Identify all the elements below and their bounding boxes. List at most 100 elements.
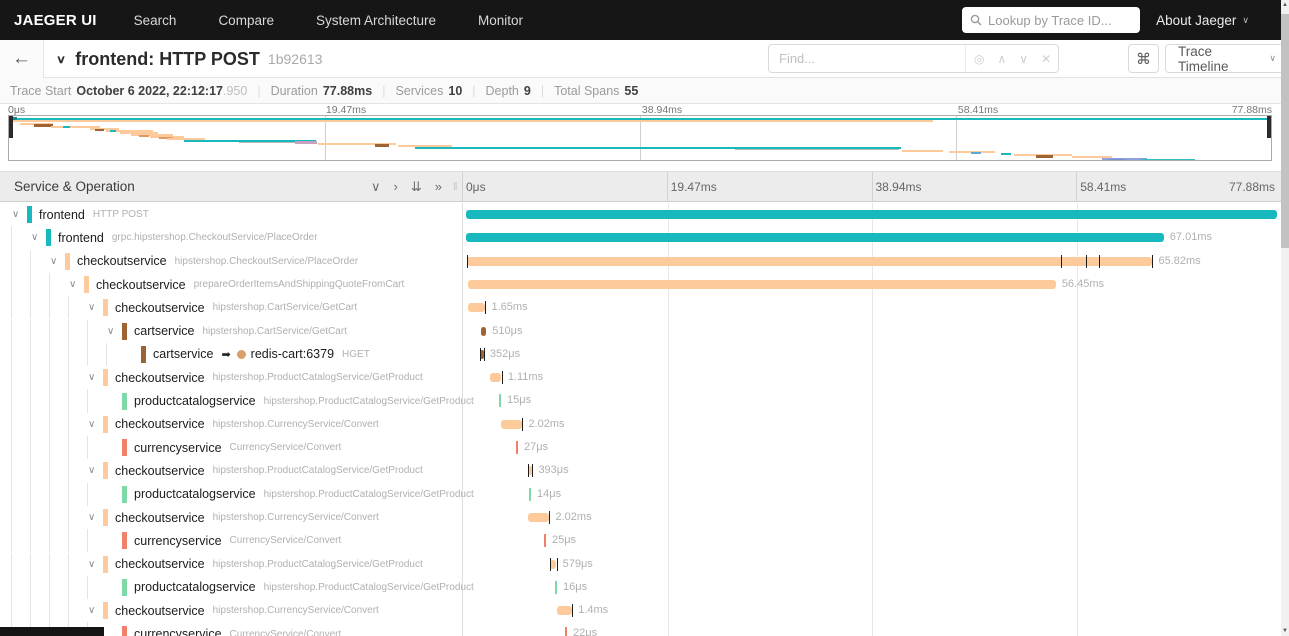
span-gantt-cell[interactable]: 2.02ms — [462, 506, 1281, 529]
span-tree-cell[interactable]: ∨ cartservice hipstershop.CartService/GetC… — [0, 319, 462, 343]
expand-all-icon[interactable]: » — [435, 180, 442, 193]
span-duration-bar[interactable] — [555, 580, 558, 594]
span-tree-cell[interactable]: ∨ frontend HTTP POST — [0, 203, 462, 226]
service-name[interactable]: checkoutservice — [115, 464, 205, 478]
span-tree-cell[interactable]: currencyservice CurrencyService/Convert — [0, 436, 462, 460]
collapse-row-chevron-icon[interactable]: ∨ — [88, 512, 103, 523]
scrollbar-thumb[interactable] — [1281, 14, 1289, 248]
collapse-row-chevron-icon[interactable]: ∨ — [69, 279, 84, 290]
span-duration-bar[interactable] — [529, 487, 531, 501]
span-tree-cell[interactable]: currencyservice CurrencyService/Convert — [0, 529, 462, 553]
jaeger-logo[interactable]: JAEGER UI — [0, 12, 113, 29]
span-gantt-cell[interactable] — [462, 203, 1281, 226]
service-name[interactable]: checkoutservice — [115, 557, 205, 571]
span-tree-cell[interactable]: ∨ checkoutservice hipstershop.ProductCatal… — [0, 366, 462, 390]
collapse-all-icon[interactable]: ⇊ — [411, 180, 422, 193]
service-name[interactable]: checkoutservice — [115, 511, 205, 525]
span-duration-bar[interactable] — [515, 441, 518, 454]
span-tree-cell[interactable]: productcatalogservice hipstershop.Product… — [0, 389, 474, 413]
trace-view-selector[interactable]: Trace Timeline ∨ — [1165, 44, 1289, 74]
collapse-row-chevron-icon[interactable]: ∨ — [88, 302, 103, 313]
trace-lookup-box[interactable] — [962, 7, 1140, 33]
span-tree-cell[interactable]: ∨ checkoutservice hipstershop.CurrencyServ… — [0, 599, 462, 623]
span-duration-bar[interactable] — [527, 512, 549, 522]
service-name[interactable]: frontend — [39, 208, 85, 222]
span-duration-bar[interactable] — [543, 534, 546, 548]
collapse-row-chevron-icon[interactable]: ∨ — [88, 372, 103, 383]
service-name[interactable]: currencyservice — [134, 441, 222, 455]
span-duration-bar[interactable] — [467, 279, 1056, 289]
span-gantt-cell[interactable]: 67.01ms — [462, 226, 1281, 249]
span-duration-bar[interactable] — [499, 394, 501, 408]
span-tree-cell[interactable]: ∨ checkoutservice hipstershop.ProductCatal… — [0, 552, 462, 576]
service-name[interactable]: checkoutservice — [115, 301, 205, 315]
collapse-one-icon[interactable]: ∨ — [371, 180, 381, 193]
span-gantt-cell[interactable]: 2.02ms — [462, 413, 1281, 436]
collapse-row-chevron-icon[interactable]: ∨ — [88, 559, 103, 570]
collapse-row-chevron-icon[interactable]: ∨ — [50, 256, 65, 267]
back-button[interactable]: ← — [0, 40, 44, 78]
span-gantt-cell[interactable]: 352μs — [462, 343, 1281, 366]
span-tree-cell[interactable]: ∨ frontend grpc.hipstershop.CheckoutServic… — [0, 226, 462, 250]
span-gantt-cell[interactable]: 393μs — [462, 459, 1281, 482]
collapse-trace-caret-icon[interactable]: ∨ — [56, 52, 66, 66]
span-duration-bar[interactable] — [467, 303, 486, 313]
span-tree-cell[interactable]: cartservice ➡ redis-cart:6379 HGET — [0, 342, 462, 367]
span-gantt-cell[interactable]: 1.65ms — [462, 296, 1281, 319]
span-duration-bar[interactable] — [565, 627, 568, 636]
nav-item-monitor[interactable]: Monitor — [457, 13, 544, 28]
find-input[interactable] — [769, 51, 965, 66]
span-gantt-cell[interactable]: 27μs — [462, 436, 1281, 459]
span-gantt-cell[interactable]: 579μs — [462, 553, 1281, 576]
minimap-right-drag-handle[interactable] — [1267, 116, 1271, 138]
span-tree-cell[interactable]: ∨ checkoutservice hipstershop.CurrencyServ… — [0, 505, 462, 530]
trace-minimap[interactable] — [8, 115, 1272, 161]
service-name[interactable]: productcatalogservice — [134, 487, 256, 501]
trace-lookup-input[interactable] — [988, 12, 1118, 28]
collapse-row-chevron-icon[interactable]: ∨ — [88, 419, 103, 430]
column-resizer-handle[interactable]: ‖ — [453, 181, 458, 193]
collapse-row-chevron-icon[interactable]: ∨ — [107, 326, 122, 337]
span-gantt-cell[interactable]: 14μs — [462, 483, 1281, 506]
span-duration-bar[interactable] — [466, 210, 1277, 219]
scroll-down-arrow-icon[interactable]: ▼ — [1281, 626, 1289, 636]
prev-match-icon[interactable]: ∧ — [997, 52, 1006, 66]
span-duration-bar[interactable] — [466, 233, 1164, 243]
service-name[interactable]: checkoutservice — [96, 278, 186, 292]
clear-search-icon[interactable]: ✕ — [1041, 52, 1051, 66]
span-tree-cell[interactable]: ∨ checkoutservice hipstershop.CheckoutServ… — [0, 249, 462, 273]
span-tree-cell[interactable]: ∨ checkoutservice prepareOrderItemsAndShip… — [0, 272, 462, 297]
nav-item-compare[interactable]: Compare — [197, 13, 295, 28]
span-tree-cell[interactable]: ∨ checkoutservice hipstershop.ProductCatal… — [0, 459, 462, 483]
service-name[interactable]: checkoutservice — [115, 417, 205, 431]
collapse-row-chevron-icon[interactable]: ∨ — [12, 209, 27, 220]
service-name[interactable]: checkoutservice — [115, 371, 205, 385]
span-duration-bar[interactable] — [467, 256, 1153, 266]
span-gantt-cell[interactable]: 510μs — [462, 320, 1281, 343]
service-name[interactable]: cartservice — [153, 347, 213, 361]
service-name[interactable]: cartservice — [134, 324, 194, 338]
span-tree-cell[interactable]: ∨ checkoutservice hipstershop.CartService/… — [0, 296, 462, 320]
expand-one-icon[interactable]: › — [394, 180, 398, 193]
span-gantt-cell[interactable]: 1.4ms — [462, 599, 1281, 622]
span-gantt-cell[interactable]: 65.82ms — [462, 250, 1281, 273]
minimap-left-drag-handle[interactable] — [9, 116, 13, 138]
span-tree-cell[interactable]: productcatalogservice hipstershop.Product… — [0, 482, 474, 506]
peer-service-name[interactable]: redis-cart:6379 — [251, 347, 334, 361]
span-gantt-cell[interactable]: 16μs — [462, 576, 1281, 599]
service-name[interactable]: productcatalogservice — [134, 580, 256, 594]
collapse-row-chevron-icon[interactable]: ∨ — [88, 465, 103, 476]
about-jaeger-menu[interactable]: About Jaeger ∨ — [1156, 0, 1249, 40]
span-gantt-cell[interactable]: 56.45ms — [462, 273, 1281, 296]
span-gantt-cell[interactable]: 25μs — [462, 529, 1281, 552]
service-name[interactable]: currencyservice — [134, 627, 222, 636]
service-name[interactable]: checkoutservice — [115, 604, 205, 618]
span-duration-bar[interactable] — [489, 373, 502, 383]
span-duration-bar[interactable] — [480, 326, 487, 336]
span-duration-bar[interactable] — [500, 419, 523, 429]
nav-item-search[interactable]: Search — [113, 13, 198, 28]
span-gantt-cell[interactable]: 15μs — [462, 389, 1281, 412]
service-name[interactable]: currencyservice — [134, 534, 222, 548]
span-gantt-cell[interactable]: 22μs — [462, 622, 1281, 636]
collapse-row-chevron-icon[interactable]: ∨ — [31, 232, 46, 243]
